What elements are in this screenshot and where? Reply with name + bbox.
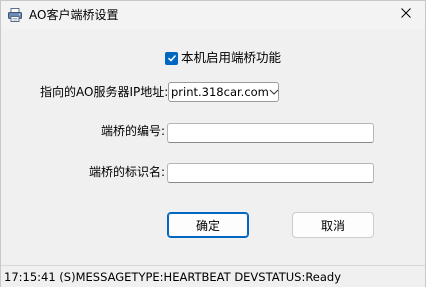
enable-bridge-label: 本机启用端桥功能 — [181, 50, 282, 65]
bridge-id-label: 端桥的编号: — [101, 124, 166, 138]
bridge-name-input[interactable] — [167, 163, 374, 183]
close-icon — [401, 7, 411, 21]
cancel-button[interactable]: 取消 — [292, 212, 374, 238]
bridge-id-input[interactable] — [167, 123, 374, 143]
checkmark-icon — [167, 54, 176, 62]
printer-icon — [7, 7, 23, 23]
close-button[interactable] — [391, 3, 421, 25]
status-message: 17:15:41 (S)MESSAGETYPE:HEARTBEAT DEVSTA… — [4, 270, 342, 284]
server-ip-label: 指向的AO服务器IP地址: — [40, 85, 169, 99]
window-title: AO客户端桥设置 — [29, 8, 119, 22]
settings-window: AO客户端桥设置 本机启用端桥功能 指向的AO服务器IP地址: print.31… — [0, 0, 426, 287]
ok-button[interactable]: 确定 — [167, 212, 249, 238]
title-bar[interactable]: AO客户端桥设置 — [1, 1, 425, 29]
enable-bridge-checkbox[interactable] — [165, 51, 178, 65]
status-bar: 17:15:41 (S)MESSAGETYPE:HEARTBEAT DEVSTA… — [1, 265, 425, 287]
bridge-name-label: 端桥的标识名: — [89, 165, 166, 179]
chevron-down-icon — [269, 89, 279, 95]
enable-bridge-option[interactable]: 本机启用端桥功能 — [165, 50, 281, 66]
server-ip-value: print.318car.com — [171, 85, 269, 99]
server-ip-select[interactable]: print.318car.com — [168, 82, 279, 102]
